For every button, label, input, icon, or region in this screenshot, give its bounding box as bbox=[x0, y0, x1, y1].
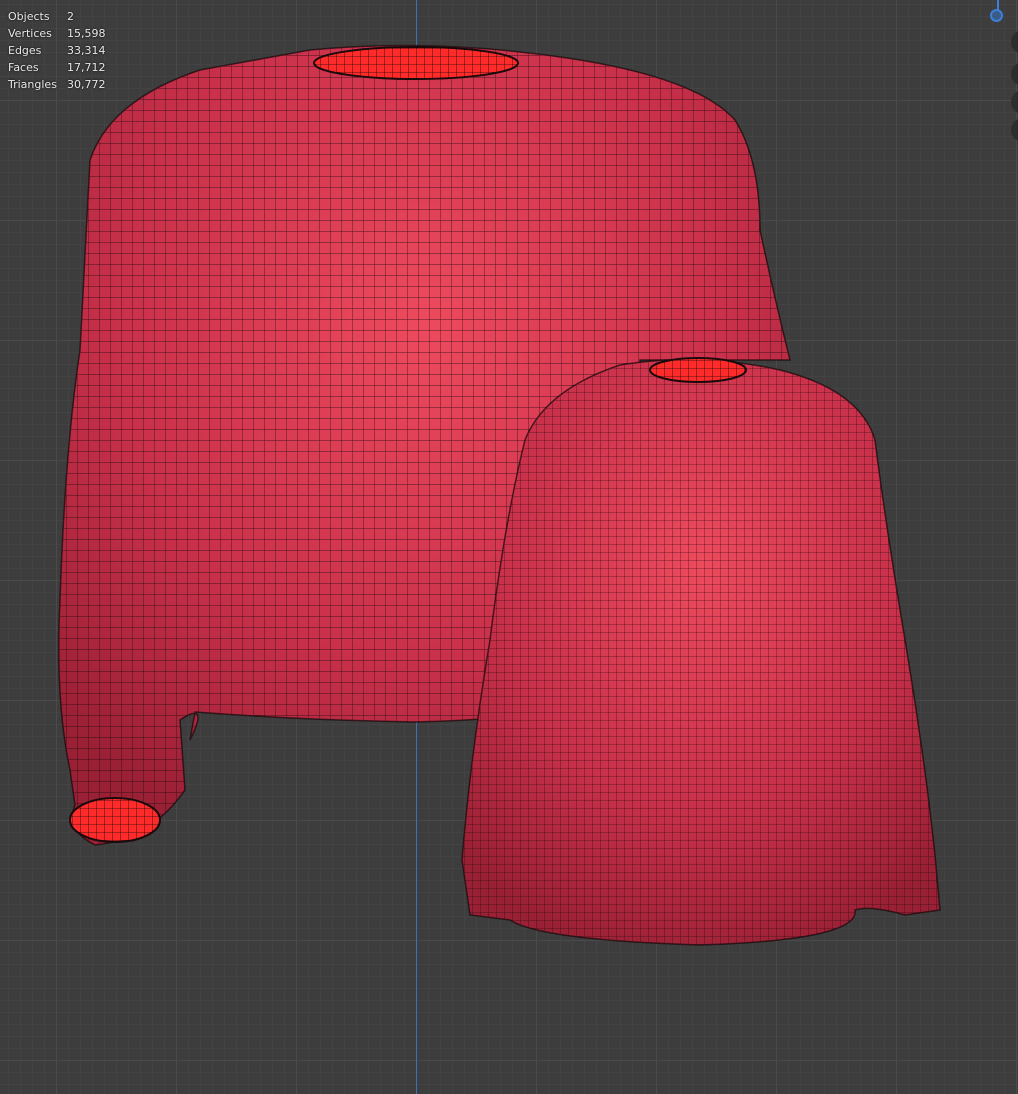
stat-label: Objects bbox=[8, 10, 50, 23]
stat-value: 2 bbox=[67, 10, 74, 23]
stat-label: Triangles bbox=[8, 78, 57, 91]
stat-value: 30,772 bbox=[67, 78, 106, 91]
scene-meshes[interactable] bbox=[0, 0, 1018, 1094]
stat-value: 33,314 bbox=[67, 44, 106, 57]
stat-label: Vertices bbox=[8, 27, 52, 40]
stat-vertices: Vertices 15,598 bbox=[8, 25, 106, 42]
stat-label: Edges bbox=[8, 44, 42, 57]
statistics-overlay: Objects 2 Vertices 15,598 Edges 33,314 Face… bbox=[8, 8, 106, 93]
stat-objects: Objects 2 bbox=[8, 8, 106, 25]
stat-value: 17,712 bbox=[67, 61, 106, 74]
stat-edges: Edges 33,314 bbox=[8, 42, 106, 59]
stat-triangles: Triangles 30,772 bbox=[8, 76, 106, 93]
small-sweater-wireframe bbox=[461, 358, 941, 946]
navigation-gizmo-z-icon[interactable] bbox=[990, 9, 1003, 22]
stat-faces: Faces 17,712 bbox=[8, 59, 106, 76]
stat-label: Faces bbox=[8, 61, 39, 74]
stat-value: 15,598 bbox=[67, 27, 106, 40]
sweater-small-mesh[interactable] bbox=[461, 357, 941, 946]
